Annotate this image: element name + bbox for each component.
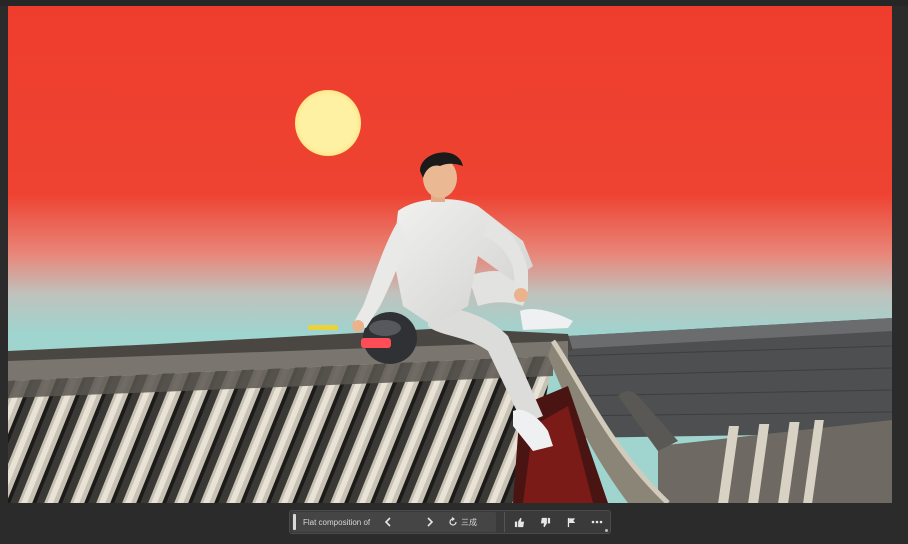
- chevron-left-icon: [384, 517, 391, 527]
- regenerate-label: 三成: [461, 517, 477, 527]
- next-button[interactable]: [422, 513, 438, 531]
- more-horizontal-icon: [591, 520, 603, 524]
- toolbar-divider: [504, 512, 505, 532]
- generation-toolbar: Flat composition of 三成: [289, 510, 611, 534]
- sun: [295, 90, 361, 156]
- prompt-field[interactable]: Flat composition of 三成: [292, 512, 497, 532]
- regenerate-button[interactable]: 三成: [448, 517, 477, 528]
- thumbs-up-icon: [515, 517, 525, 527]
- prompt-accent-bar: [293, 514, 296, 530]
- dislike-button[interactable]: [533, 512, 559, 532]
- refresh-icon: [449, 517, 457, 526]
- thumbs-down-icon: [541, 517, 551, 527]
- like-button[interactable]: [507, 512, 533, 532]
- generated-image-canvas[interactable]: [8, 6, 892, 503]
- chevron-right-icon: [427, 517, 434, 527]
- report-button[interactable]: [559, 512, 585, 532]
- previous-button[interactable]: [380, 513, 396, 531]
- generated-image: [8, 6, 892, 503]
- resize-handle[interactable]: [605, 529, 608, 532]
- flag-icon: [567, 517, 576, 527]
- prompt-text: Flat composition of: [303, 517, 371, 527]
